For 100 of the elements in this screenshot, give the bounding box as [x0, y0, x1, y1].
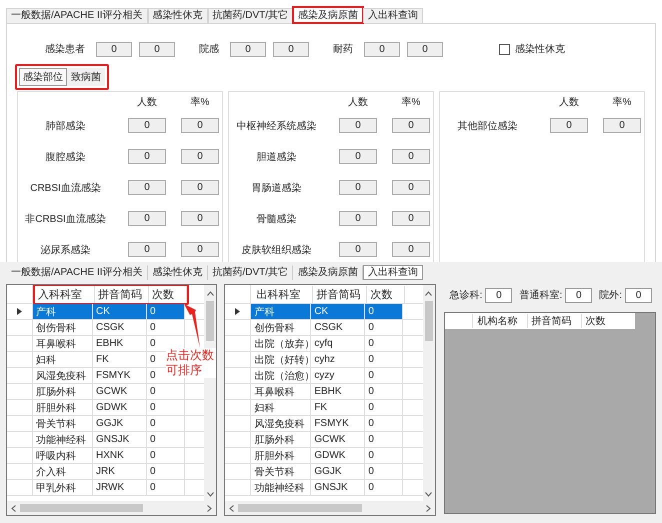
value-field[interactable]: 0 — [339, 211, 377, 226]
table-cell: 妇科 — [33, 352, 93, 367]
value-field[interactable]: 0 — [128, 180, 166, 195]
count-field[interactable]: 0 — [96, 42, 132, 56]
subtab[interactable]: 致病菌 — [67, 68, 105, 86]
column-header[interactable]: 次数 — [149, 286, 187, 302]
summary-field[interactable]: 0 — [485, 288, 512, 302]
scroll-down-icon[interactable] — [425, 492, 432, 497]
value-field[interactable]: 0 — [128, 211, 166, 226]
table-cell: FSMYK — [93, 368, 147, 383]
tab[interactable]: 抗菌药/DVT/其它 — [208, 8, 294, 23]
table-cell: JRWK — [93, 480, 147, 495]
value-field[interactable]: 0 — [128, 118, 166, 133]
table-cell: 风湿免疫科 — [251, 416, 312, 431]
count-label: 感染患者 — [45, 42, 85, 56]
table-cell: 甲乳外科 — [33, 480, 93, 495]
scroll-up-icon[interactable] — [425, 291, 432, 296]
column-header[interactable]: 次数 — [367, 286, 406, 302]
scroll-up-icon[interactable] — [206, 291, 214, 296]
value-field[interactable]: 0 — [392, 211, 430, 226]
tab[interactable]: 一般数据/APACHE II评分相关 — [6, 8, 148, 23]
table-cell: GDWK — [93, 400, 147, 415]
count-field[interactable]: 0 — [139, 42, 175, 56]
horizontal-scrollbar[interactable] — [7, 501, 216, 515]
tab[interactable]: 入出科查询 — [363, 8, 424, 23]
value-field[interactable]: 0 — [339, 149, 377, 164]
value-field[interactable]: 0 — [392, 149, 430, 164]
column-header[interactable]: 次数 — [580, 314, 635, 328]
value-field[interactable]: 0 — [128, 242, 166, 257]
table-cell: cyfq — [311, 336, 366, 351]
tab[interactable]: 感染及病原菌 — [293, 7, 364, 23]
value-field[interactable]: 0 — [181, 118, 219, 133]
table-cell: 出院（放弃） — [251, 336, 312, 351]
count-field[interactable]: 0 — [273, 42, 309, 56]
subtab[interactable]: 感染部位 — [19, 68, 67, 86]
tab[interactable]: 感染性休克 — [148, 8, 208, 23]
scroll-right-icon[interactable] — [426, 504, 431, 512]
table-cell: JRK — [93, 464, 147, 479]
table-cell: GCWK — [93, 384, 147, 399]
table-cell: GGJK — [311, 464, 366, 479]
value-field[interactable]: 0 — [339, 118, 377, 133]
value-field[interactable]: 0 — [181, 180, 219, 195]
column-header[interactable]: 出科科室 — [253, 286, 314, 302]
column-header[interactable]: 拼音简码 — [526, 314, 581, 328]
table-cell: 妇科 — [251, 400, 312, 415]
count-field[interactable]: 0 — [230, 42, 266, 56]
column-header[interactable]: 入科科室 — [35, 286, 95, 302]
table-cell: EBHK — [311, 384, 366, 399]
value-field[interactable]: 0 — [181, 242, 219, 257]
count-field[interactable]: 0 — [407, 42, 443, 56]
scroll-thumb[interactable] — [238, 504, 362, 512]
value-field[interactable]: 0 — [339, 180, 377, 195]
shock-checkbox[interactable]: 感染性休克 — [499, 42, 565, 56]
value-field[interactable]: 0 — [128, 149, 166, 164]
value-field[interactable]: 0 — [181, 211, 219, 226]
table-cell: 0 — [365, 432, 404, 447]
field-label: 肺部感染 — [44, 120, 86, 132]
column-heading: 率% — [400, 96, 422, 109]
field-label: 中枢神经系统感染 — [236, 120, 318, 132]
table-cell: cyzy — [311, 368, 366, 383]
table-cell: 0 — [365, 400, 404, 415]
scroll-left-icon[interactable] — [11, 504, 16, 512]
table-cell: 呼吸内科 — [33, 448, 93, 463]
table-cell: 出院（好转） — [251, 352, 312, 367]
current-row-icon — [17, 308, 22, 315]
table-cell: 0 — [365, 320, 404, 335]
table-cell: 肛肠外科 — [251, 432, 312, 447]
tab[interactable]: 入出科查询 — [363, 265, 424, 280]
scroll-right-icon[interactable] — [207, 504, 212, 512]
vertical-scrollbar[interactable] — [422, 285, 435, 501]
value-field[interactable]: 0 — [392, 180, 430, 195]
table-cell: 创伤骨科 — [251, 320, 312, 335]
value-field[interactable]: 0 — [392, 242, 430, 257]
table-cell: 耳鼻喉科 — [251, 384, 312, 399]
value-field[interactable]: 0 — [550, 118, 588, 133]
value-field[interactable]: 0 — [603, 118, 641, 133]
value-field[interactable]: 0 — [181, 149, 219, 164]
column-header[interactable]: 拼音简码 — [313, 286, 368, 302]
summary-field[interactable]: 0 — [565, 288, 592, 302]
column-header[interactable]: 机构名称 — [472, 314, 527, 328]
table-cell: GDWK — [311, 448, 366, 463]
scroll-down-icon[interactable] — [206, 492, 214, 497]
scroll-thumb[interactable] — [424, 301, 433, 341]
table-cell: HXNK — [93, 448, 147, 463]
table-cell: CK — [93, 304, 147, 319]
horizontal-scrollbar[interactable] — [225, 501, 435, 515]
value-field[interactable]: 0 — [339, 242, 377, 257]
value-field[interactable]: 0 — [392, 118, 430, 133]
table-cell: 产科 — [33, 304, 93, 319]
summary-field[interactable]: 0 — [625, 288, 652, 302]
column-header[interactable]: 拼音简码 — [95, 286, 149, 302]
table-cell: 0 — [365, 368, 404, 383]
table-cell: 0 — [147, 464, 185, 479]
scroll-thumb[interactable] — [20, 504, 144, 512]
field-label: CRBSI血流感染 — [29, 182, 102, 194]
table-cell: 0 — [365, 384, 404, 399]
table-cell: GCWK — [311, 432, 366, 447]
scroll-left-icon[interactable] — [229, 504, 234, 512]
scroll-thumb[interactable] — [206, 301, 214, 341]
count-field[interactable]: 0 — [364, 42, 400, 56]
